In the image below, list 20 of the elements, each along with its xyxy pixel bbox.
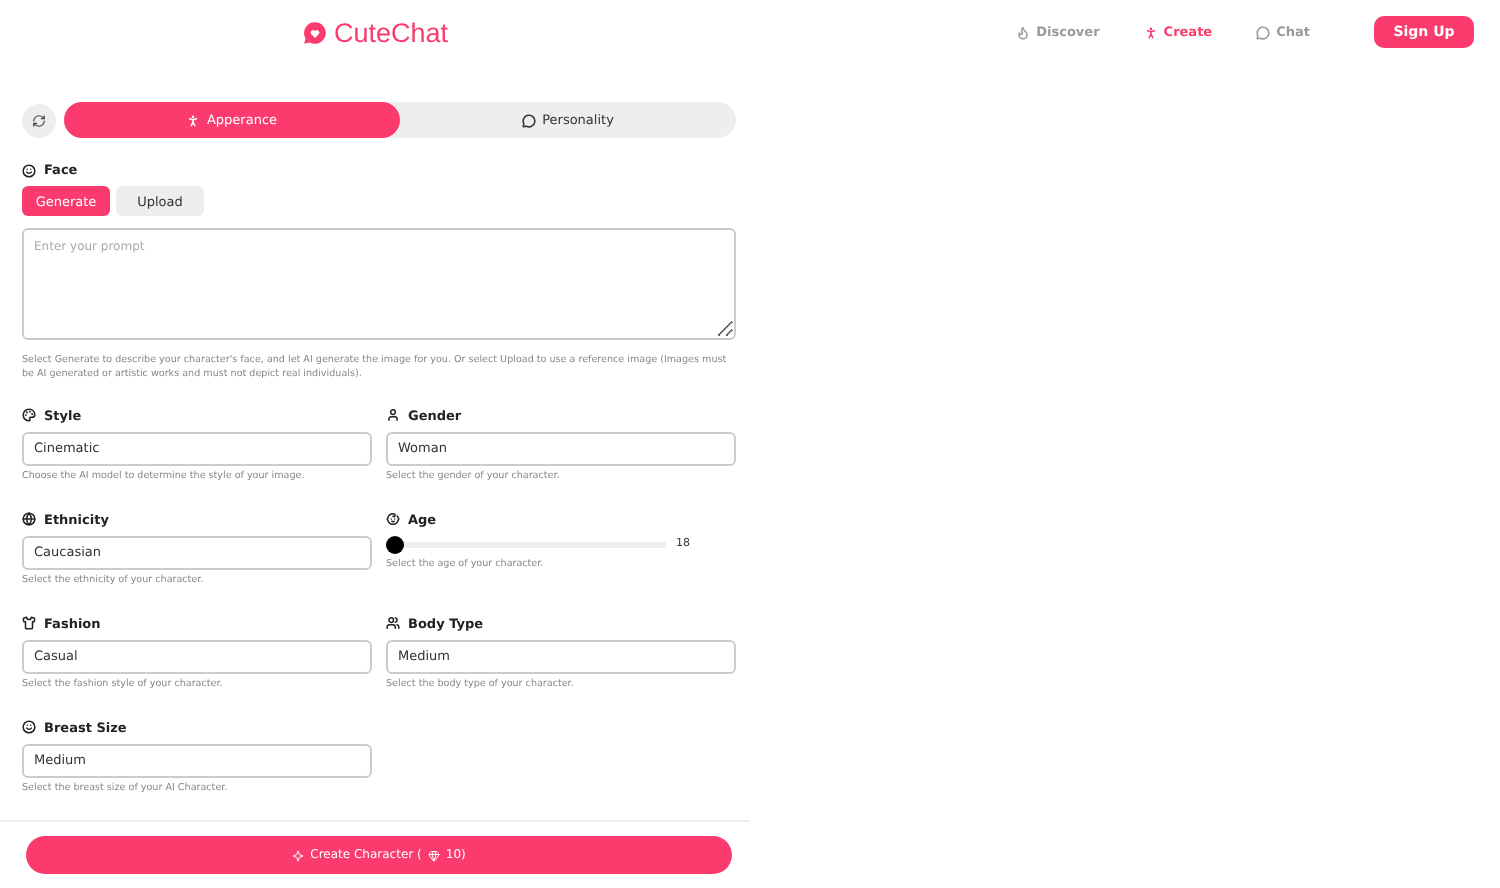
person-icon — [186, 113, 201, 127]
people-icon — [386, 616, 400, 631]
smiley-icon — [22, 720, 36, 735]
face-icon — [22, 163, 36, 177]
person-icon — [1143, 25, 1158, 39]
person-icon — [386, 408, 400, 423]
logo-icon — [301, 19, 328, 45]
chat-bubble-icon — [522, 113, 537, 127]
logo-text: CuteChat — [333, 17, 449, 47]
gem-icon — [427, 849, 440, 861]
refresh-button[interactable] — [22, 103, 56, 137]
chat-bubble-icon — [1256, 25, 1271, 39]
slider-thumb[interactable] — [386, 535, 404, 554]
globe-icon — [22, 512, 36, 527]
flame-icon — [1016, 25, 1031, 39]
refresh-icon — [32, 113, 46, 127]
sparkle-icon — [292, 849, 305, 861]
shirt-icon — [22, 616, 36, 631]
palette-icon — [22, 408, 36, 423]
baby-icon — [386, 512, 400, 527]
